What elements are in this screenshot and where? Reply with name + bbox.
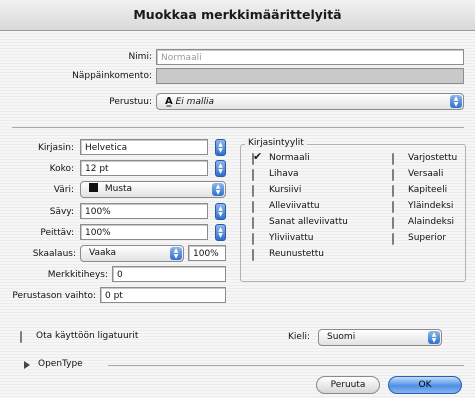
shortcut-label: Näppäinkomento:	[72, 71, 152, 81]
scaling-percent-input[interactable]: 100%	[188, 245, 226, 261]
checkbox[interactable]	[20, 331, 22, 343]
nimi-label: Nimi:	[128, 52, 152, 62]
checkbox[interactable]	[252, 201, 254, 213]
style-checkbox-lihava[interactable]: Lihava	[252, 168, 388, 184]
style-checkbox-kursiivi[interactable]: Kursiivi	[252, 184, 388, 200]
shade-input[interactable]: 100%	[80, 203, 208, 219]
style-label: Reunustettu	[269, 249, 325, 259]
style-label: Normaali	[269, 153, 310, 163]
opacity-stepper[interactable]: ▲ ▼	[215, 224, 226, 241]
chevron-updown-icon: ▲ ▼	[212, 183, 224, 196]
checkbox[interactable]	[252, 233, 254, 245]
size-stepper[interactable]: ▲ ▼	[215, 160, 226, 177]
checkbox[interactable]	[392, 185, 394, 197]
language-value: Suomi	[327, 332, 356, 342]
ligatures-checkbox[interactable]: Ota käyttöön ligatuurit	[20, 330, 190, 346]
font-input[interactable]: Helvetica	[80, 139, 208, 155]
opentype-divider	[108, 365, 464, 366]
opentype-label: OpenType	[38, 359, 83, 369]
chevron-updown-icon: ▲ ▼	[170, 247, 182, 260]
style-checkbox-reunustettu[interactable]: Reunustettu	[252, 248, 388, 264]
checkbox[interactable]	[392, 201, 394, 213]
style-label: Sanat alleviivattu	[269, 217, 348, 227]
chevron-updown-icon: ▲ ▼	[428, 331, 440, 344]
style-label: Superior	[408, 233, 447, 243]
opacity-label: Peittäv:	[40, 228, 74, 238]
opentype-disclosure[interactable]: OpenType	[24, 359, 464, 371]
style-label: Lihava	[269, 169, 299, 179]
style-label: Alleviivattu	[269, 201, 320, 211]
baseline-shift-input[interactable]: 0 pt	[100, 287, 226, 303]
based-on-value: Ei mallia	[175, 97, 214, 107]
chevron-updown-icon: ▲ ▼	[450, 95, 462, 108]
size-label: Koko:	[49, 164, 74, 174]
tracking-input[interactable]: 0	[112, 266, 226, 282]
style-label: Yläindeksi	[408, 201, 454, 211]
shade-stepper[interactable]: ▲ ▼	[215, 203, 226, 220]
style-label: Versaali	[408, 169, 444, 179]
checkbox[interactable]	[392, 153, 394, 165]
scaling-label: Skaalaus:	[32, 249, 76, 259]
baseline-shift-label: Perustason vaihto:	[12, 291, 96, 301]
style-checkbox-alaindeksi[interactable]: Alaindeksi	[392, 216, 462, 232]
tracking-label: Merkkitiheys:	[47, 270, 108, 280]
shortcut-input[interactable]	[156, 68, 464, 84]
style-label: Varjostettu	[408, 153, 458, 163]
style-checkbox-kapiteeli[interactable]: Kapiteeli	[392, 184, 462, 200]
checkbox[interactable]	[392, 217, 394, 229]
style-checkbox-varjostettu[interactable]: Varjostettu	[392, 152, 462, 168]
cancel-button[interactable]: Peruuta	[316, 376, 380, 394]
style-checkbox-yliviivattu[interactable]: Yliviivattu	[252, 232, 388, 248]
style-label: Yliviivattu	[269, 233, 314, 243]
divider	[12, 127, 464, 128]
color-popup[interactable]: Musta ▲ ▼	[80, 181, 226, 198]
type-styles-title: Kirjasintyylit	[245, 138, 307, 148]
checkbox-checked[interactable]	[252, 153, 254, 165]
language-label: Kieli:	[288, 332, 310, 342]
shade-label: Sävy:	[49, 207, 74, 217]
color-swatch-icon	[89, 183, 98, 192]
checkbox[interactable]	[252, 185, 254, 197]
checkbox[interactable]	[252, 217, 254, 229]
size-input[interactable]: 12 pt	[80, 160, 208, 176]
scaling-value: Vaaka	[89, 248, 117, 258]
type-styles-left-column: Normaali Lihava Kursiivi Alleviivattu Sa…	[252, 152, 388, 264]
style-label: Kapiteeli	[408, 185, 448, 195]
style-label: Alaindeksi	[408, 217, 455, 227]
ligatures-label: Ota käyttöön ligatuurit	[36, 331, 139, 341]
color-label: Väri:	[53, 185, 74, 195]
font-label: Kirjasin:	[37, 143, 74, 153]
checkbox[interactable]	[252, 249, 254, 261]
name-input[interactable]: Normaali	[156, 49, 464, 65]
based-on-label: Perustuu:	[109, 97, 152, 107]
opacity-input[interactable]: 100%	[80, 224, 208, 240]
style-checkbox-superior[interactable]: Superior	[392, 232, 462, 248]
a-style-icon: A̲	[165, 96, 173, 107]
checkbox[interactable]	[252, 169, 254, 181]
style-checkbox-alleviivattu[interactable]: Alleviivattu	[252, 200, 388, 216]
ok-button[interactable]: OK	[388, 376, 462, 394]
based-on-popup[interactable]: A̲ Ei mallia ▲ ▼	[156, 93, 464, 110]
color-value: Musta	[104, 184, 133, 194]
style-checkbox-ylaindeksi[interactable]: Yläindeksi	[392, 200, 462, 216]
scaling-popup[interactable]: Vaaka ▲ ▼	[80, 245, 184, 262]
language-popup[interactable]: Suomi ▲ ▼	[318, 329, 442, 346]
disclosure-triangle-icon[interactable]	[24, 361, 30, 369]
checkbox[interactable]	[392, 233, 394, 245]
checkbox[interactable]	[392, 169, 394, 181]
font-stepper[interactable]: ▲ ▼	[215, 139, 226, 156]
style-label: Kursiivi	[269, 185, 302, 195]
style-checkbox-sanat-alleviivattu[interactable]: Sanat alleviivattu	[252, 216, 388, 232]
type-styles-right-column: Varjostettu Versaali Kapiteeli Yläindeks…	[392, 152, 462, 248]
dialog-title: Muokkaa merkkimäärittelyitä	[0, 0, 475, 31]
style-checkbox-normaali[interactable]: Normaali	[252, 152, 388, 168]
style-checkbox-versaali[interactable]: Versaali	[392, 168, 462, 184]
